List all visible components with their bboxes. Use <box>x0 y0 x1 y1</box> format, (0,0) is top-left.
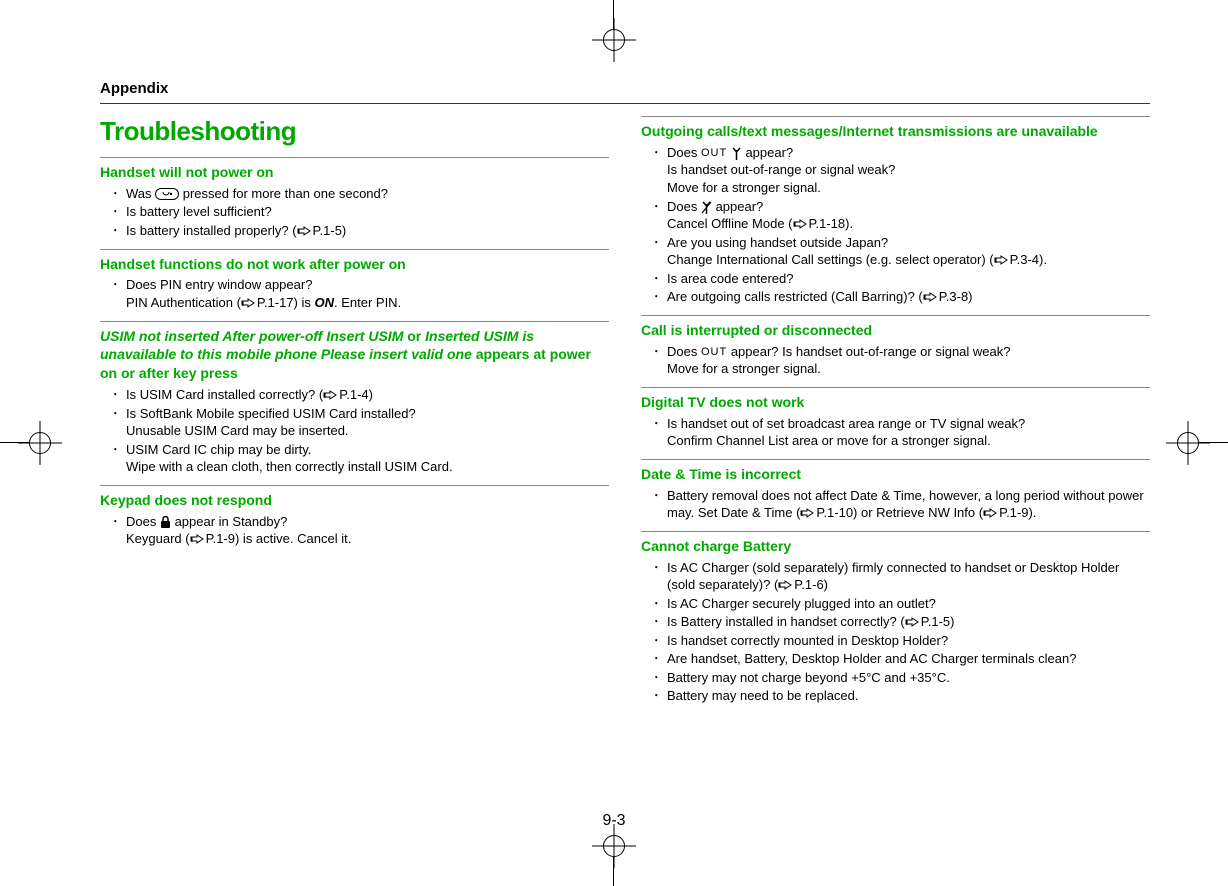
list-item: Are handset, Battery, Desktop Holder and… <box>657 650 1150 668</box>
list-item: Does appear?Cancel Offline Mode (P.1-18)… <box>657 198 1150 233</box>
list-item: USIM Card IC chip may be dirty.Wipe with… <box>116 441 609 476</box>
list-item: Battery may need to be replaced. <box>657 687 1150 705</box>
list-item-sub: Unusable USIM Card may be inserted. <box>126 422 609 440</box>
list-item-sub: Change International Call settings (e.g.… <box>667 251 1150 269</box>
pointing-hand-icon <box>297 226 313 237</box>
troubleshoot-section: Handset functions do not work after powe… <box>100 249 609 321</box>
list-item-sub: Keyguard (P.1-9) is active. Cancel it. <box>126 530 609 548</box>
section-list: Does appear in Standby?Keyguard (P.1-9) … <box>100 513 609 548</box>
page-number: 9-3 <box>602 812 625 830</box>
list-item: Does appear in Standby?Keyguard (P.1-9) … <box>116 513 609 548</box>
list-item: Does OUT appear? Is handset out-of-range… <box>657 343 1150 378</box>
list-item: Does PIN entry window appear?PIN Authent… <box>116 276 609 311</box>
list-item: Are outgoing calls restricted (Call Barr… <box>657 288 1150 306</box>
list-item-sub: Cancel Offline Mode (P.1-18). <box>667 215 1150 233</box>
troubleshoot-section: Outgoing calls/text messages/Internet tr… <box>641 116 1150 315</box>
list-item: Battery may not charge beyond +5°C and +… <box>657 669 1150 687</box>
section-heading: Date & Time is incorrect <box>641 465 1150 484</box>
section-list: Does OUT appear?Is handset out-of-range … <box>641 144 1150 306</box>
antenna-icon <box>731 147 742 160</box>
list-item: Is handset correctly mounted in Desktop … <box>657 632 1150 650</box>
pointing-hand-icon <box>241 298 257 309</box>
list-item: Is battery installed properly? (P.1-5) <box>116 222 609 240</box>
list-item: Battery removal does not affect Date & T… <box>657 487 1150 522</box>
troubleshoot-section: USIM not inserted After power-off Insert… <box>100 321 609 485</box>
two-column-layout: Troubleshooting Handset will not power o… <box>100 116 1150 714</box>
list-item: Does OUT appear?Is handset out-of-range … <box>657 144 1150 197</box>
list-item: Was pressed for more than one second? <box>116 185 609 203</box>
troubleshoot-section: Keypad does not respond Does appear in St… <box>100 485 609 557</box>
out-of-range-icon: OUT <box>701 148 727 159</box>
list-item-sub: Move for a stronger signal. <box>667 360 1150 378</box>
list-item: Is AC Charger securely plugged into an o… <box>657 595 1150 613</box>
troubleshoot-section: Date & Time is incorrect Battery removal … <box>641 459 1150 531</box>
list-item: Is SoftBank Mobile specified USIM Card i… <box>116 405 609 440</box>
power-key-icon <box>155 188 179 200</box>
section-list: Does OUT appear? Is handset out-of-range… <box>641 343 1150 378</box>
list-item: Is battery level sufficient? <box>116 203 609 221</box>
pointing-hand-icon <box>793 219 809 230</box>
list-item: Is area code entered? <box>657 270 1150 288</box>
troubleshoot-section: Call is interrupted or disconnected Does … <box>641 315 1150 387</box>
left-column: Troubleshooting Handset will not power o… <box>100 116 609 714</box>
section-list: Is AC Charger (sold separately) firmly c… <box>641 559 1150 705</box>
pointing-hand-icon <box>800 508 816 519</box>
section-list: Is USIM Card installed correctly? (P.1-4… <box>100 386 609 476</box>
section-heading: Call is interrupted or disconnected <box>641 321 1150 340</box>
section-heading: Cannot charge Battery <box>641 537 1150 556</box>
header-appendix: Appendix <box>100 80 1150 104</box>
pointing-hand-icon <box>983 508 999 519</box>
troubleshoot-section: Cannot charge Battery Is AC Charger (sold… <box>641 531 1150 714</box>
section-heading: Keypad does not respond <box>100 491 609 510</box>
list-item: Are you using handset outside Japan?Chan… <box>657 234 1150 269</box>
section-heading: Handset will not power on <box>100 163 609 182</box>
troubleshoot-section: Digital TV does not work Is handset out o… <box>641 387 1150 459</box>
pointing-hand-icon <box>190 534 206 545</box>
section-heading: Outgoing calls/text messages/Internet tr… <box>641 122 1150 141</box>
list-item-sub: Confirm Channel List area or move for a … <box>667 432 1150 450</box>
section-heading: Digital TV does not work <box>641 393 1150 412</box>
list-item-sub: PIN Authentication (P.1-17) is ON. Enter… <box>126 294 609 312</box>
pointing-hand-icon <box>923 292 939 303</box>
list-item: Is Battery installed in handset correctl… <box>657 613 1150 631</box>
troubleshoot-section: Handset will not power on Was pressed for… <box>100 157 609 249</box>
section-heading: USIM not inserted After power-off Insert… <box>100 327 609 384</box>
section-list: Does PIN entry window appear?PIN Authent… <box>100 276 609 311</box>
section-list: Is handset out of set broadcast area ran… <box>641 415 1150 450</box>
list-item: Is handset out of set broadcast area ran… <box>657 415 1150 450</box>
antenna-offline-icon <box>701 201 712 214</box>
list-item-sub: Wipe with a clean cloth, then correctly … <box>126 458 609 476</box>
section-heading: Handset functions do not work after powe… <box>100 255 609 274</box>
list-item: Is USIM Card installed correctly? (P.1-4… <box>116 386 609 404</box>
list-item: Is AC Charger (sold separately) firmly c… <box>657 559 1150 594</box>
pointing-hand-icon <box>905 617 921 628</box>
out-of-range-icon: OUT <box>701 347 727 358</box>
page-title: Troubleshooting <box>100 116 609 147</box>
pointing-hand-icon <box>323 390 339 401</box>
list-item-sub: Is handset out-of-range or signal weak?M… <box>667 161 1150 196</box>
pointing-hand-icon <box>994 255 1010 266</box>
section-list: Was pressed for more than one second?Is … <box>100 185 609 240</box>
right-column: Outgoing calls/text messages/Internet tr… <box>641 116 1150 714</box>
lock-icon <box>160 516 171 529</box>
pointing-hand-icon <box>778 580 794 591</box>
page-content: Appendix Troubleshooting Handset will no… <box>100 80 1150 714</box>
section-list: Battery removal does not affect Date & T… <box>641 487 1150 522</box>
